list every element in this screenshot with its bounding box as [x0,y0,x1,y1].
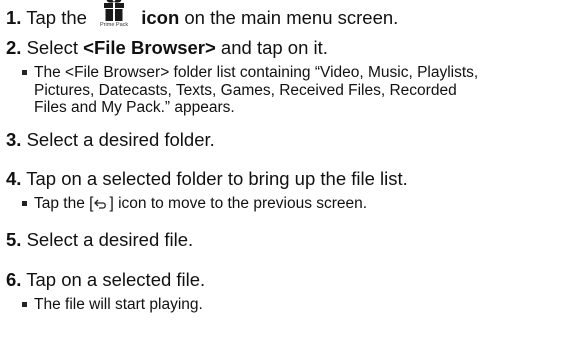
step-text: Tap the [26,7,87,28]
step-text: Select a desired file. [26,229,194,250]
back-arrow-icon [94,199,107,209]
note-text: The <File Browser> folder list containin… [34,64,479,116]
note-text: Tap the [ [34,195,94,212]
note-text: The file will start playing. [34,296,203,313]
bullet-icon [22,70,27,75]
step-number: 1. [6,7,22,28]
step-number: 3. [6,129,22,150]
step-5: 5. Select a desired file. [6,229,193,251]
step-number: 5. [6,229,22,250]
step-text: Select a desired folder. [26,129,215,150]
note-text: ] icon to move to the previous screen. [109,195,368,212]
step-text: Select [26,37,84,58]
step-text: and tap on it. [215,37,328,58]
step-6: 6. Tap on a selected file. [6,269,205,291]
prime-pack-icon: Prime Pack [96,0,132,32]
instructions-document: 1. Tap the Prime Pack icon on the main m… [0,0,580,341]
step-text: Tap on a selected folder to bring up the… [26,168,408,189]
gift-box-icon [104,0,125,21]
step-number: 6. [6,269,22,290]
icon-caption: Prime Pack [100,22,129,28]
step-text: Tap on a selected file. [26,269,206,290]
note-line: Tap the [ ] icon to move to the previous … [34,195,367,213]
step-2-note: The <File Browser> folder list containin… [22,64,479,117]
step-text: on the main menu screen. [179,7,399,28]
step-1: 1. Tap the Prime Pack icon on the main m… [6,0,399,32]
step-4-note: Tap the [ ] icon to move to the previous … [22,195,367,213]
step-2: 2. Select <File Browser> and tap on it. [6,37,328,59]
step-3: 3. Select a desired folder. [6,129,215,151]
step-4: 4. Tap on a selected folder to bring up … [6,168,408,190]
step-bold-text: <File Browser> [83,37,216,58]
step-6-note: The file will start playing. [22,296,203,314]
step-bold-text: icon [141,7,180,28]
bullet-icon [22,302,27,307]
bullet-icon [22,201,27,206]
step-number: 4. [6,168,22,189]
step-number: 2. [6,37,22,58]
